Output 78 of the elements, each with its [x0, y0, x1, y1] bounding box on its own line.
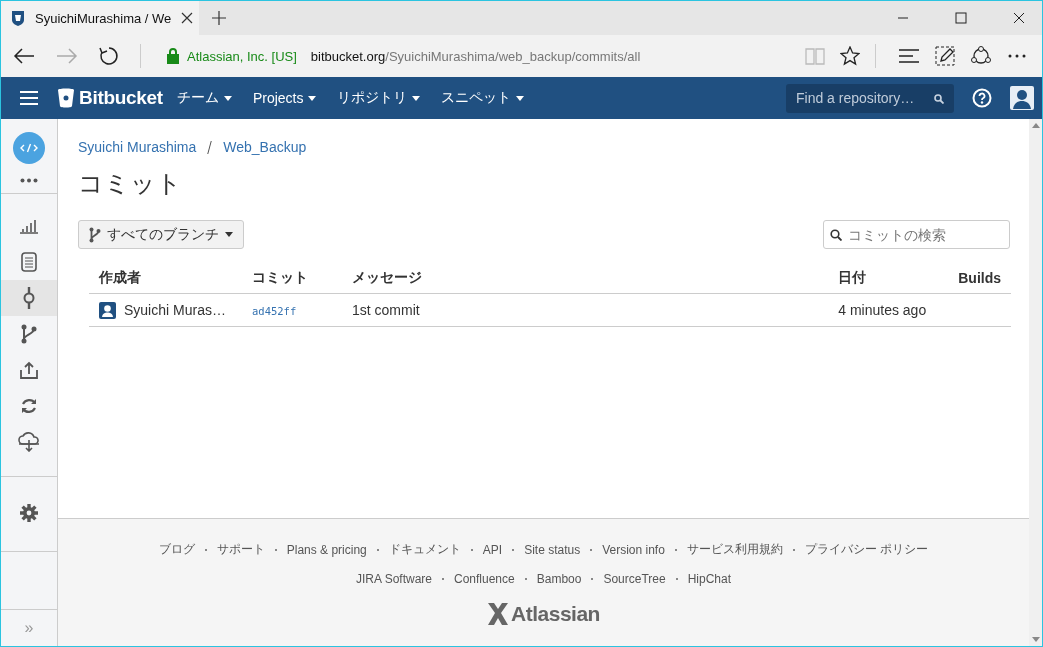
- column-header: 日付: [828, 263, 949, 294]
- author-name: Syuichi Muras…: [124, 302, 226, 318]
- footer-link[interactable]: プライバシー ポリシー: [804, 541, 929, 558]
- commit-icon: [23, 287, 35, 309]
- scroll-down-icon: [1031, 637, 1040, 642]
- refresh-icon[interactable]: [99, 46, 119, 66]
- url-text: bitbucket.org/SyuichiMurashima/web_backup/commits/all: [310, 48, 641, 64]
- scrollbar[interactable]: [1029, 119, 1042, 646]
- share-icon[interactable]: [970, 46, 992, 66]
- upload-icon: [20, 361, 38, 379]
- footer-link[interactable]: Plans & pricing: [286, 542, 367, 557]
- footer-link[interactable]: ブログ: [158, 541, 195, 558]
- bitbucket-logo[interactable]: Bitbucket: [57, 87, 163, 109]
- footer-link[interactable]: Version info: [602, 542, 665, 557]
- note-pen-icon[interactable]: [935, 46, 955, 66]
- page-title: コミット: [78, 168, 183, 199]
- footer-link[interactable]: HipChat: [687, 572, 732, 586]
- nav-menu[interactable]: Projects: [252, 90, 317, 106]
- shield-icon: [11, 10, 25, 26]
- commit-hash-link[interactable]: ad452ff: [252, 305, 297, 317]
- caret-icon: [412, 95, 421, 101]
- footer-link[interactable]: SourceTree: [603, 572, 666, 586]
- search-field[interactable]: Find a repository…: [786, 83, 954, 113]
- cloud-download-icon: [18, 432, 40, 452]
- menu-icon[interactable]: [20, 91, 38, 105]
- branch-icon: [89, 226, 101, 243]
- bucket-icon: [57, 88, 75, 108]
- breadcrumb-link[interactable]: Syuichi Murashima: [78, 139, 197, 155]
- footer-link[interactable]: API: [482, 542, 503, 557]
- table-cell: 4 minutes ago: [828, 293, 949, 327]
- caret-icon: [223, 95, 232, 101]
- nav-menu[interactable]: チーム: [176, 89, 232, 107]
- certificate-owner: Atlassian, Inc. [US]: [187, 48, 297, 64]
- footer-link[interactable]: JIRA Software: [355, 572, 432, 586]
- close-icon[interactable]: [1013, 12, 1025, 24]
- avatar-icon[interactable]: [1010, 86, 1034, 110]
- column-header: 作成者: [89, 263, 242, 294]
- footer-link[interactable]: ドキュメント: [388, 541, 461, 558]
- document-icon: [21, 252, 37, 272]
- nav-menu[interactable]: リポジトリ: [337, 89, 421, 107]
- search-field[interactable]: コミットの検索: [823, 220, 1010, 249]
- settings-icon: [20, 504, 38, 522]
- maximize-icon[interactable]: [955, 12, 967, 24]
- footer-link[interactable]: サポート: [216, 541, 265, 558]
- close-icon[interactable]: [181, 12, 194, 24]
- more-icon[interactable]: [1007, 53, 1027, 59]
- column-header: Builds: [948, 263, 1011, 294]
- search-icon: [830, 229, 842, 241]
- branch-icon: [21, 324, 37, 344]
- column-header: コミット: [242, 263, 342, 294]
- code-icon: [13, 132, 45, 164]
- search-icon: [934, 93, 944, 104]
- footer-link[interactable]: Bamboo: [536, 572, 582, 586]
- caret-icon: [225, 232, 233, 237]
- caret-icon: [516, 95, 525, 101]
- column-header: メッセージ: [342, 263, 829, 294]
- footer-link[interactable]: サービス利用規約: [686, 541, 783, 558]
- footer-link[interactable]: Confluence: [454, 572, 515, 586]
- bar-chart-icon: [19, 218, 39, 234]
- branch-dropdown[interactable]: すべてのブランチ: [78, 220, 244, 249]
- scroll-up-icon: [1031, 123, 1040, 128]
- caret-icon: [308, 95, 317, 101]
- avatar-icon: [99, 301, 116, 319]
- help-icon[interactable]: [972, 88, 992, 108]
- back-icon[interactable]: [13, 47, 35, 65]
- star-icon[interactable]: [840, 46, 860, 66]
- logo-mark-icon: [487, 602, 510, 626]
- lock-icon: [167, 48, 179, 64]
- atlassian-logo[interactable]: Atlassian: [487, 602, 600, 626]
- more-icon: [20, 178, 38, 183]
- breadcrumb-link[interactable]: Web_Backup: [223, 139, 307, 155]
- footer-link[interactable]: Site status: [524, 542, 581, 557]
- table-cell: 1st commit: [342, 293, 829, 327]
- new-tab-icon[interactable]: [211, 10, 227, 26]
- browser-tab[interactable]: SyuichiMurashima / We: [1, 1, 199, 35]
- nav-menu[interactable]: スニペット: [441, 89, 525, 107]
- sync-icon: [20, 397, 38, 415]
- sidebar-item[interactable]: [1, 280, 57, 316]
